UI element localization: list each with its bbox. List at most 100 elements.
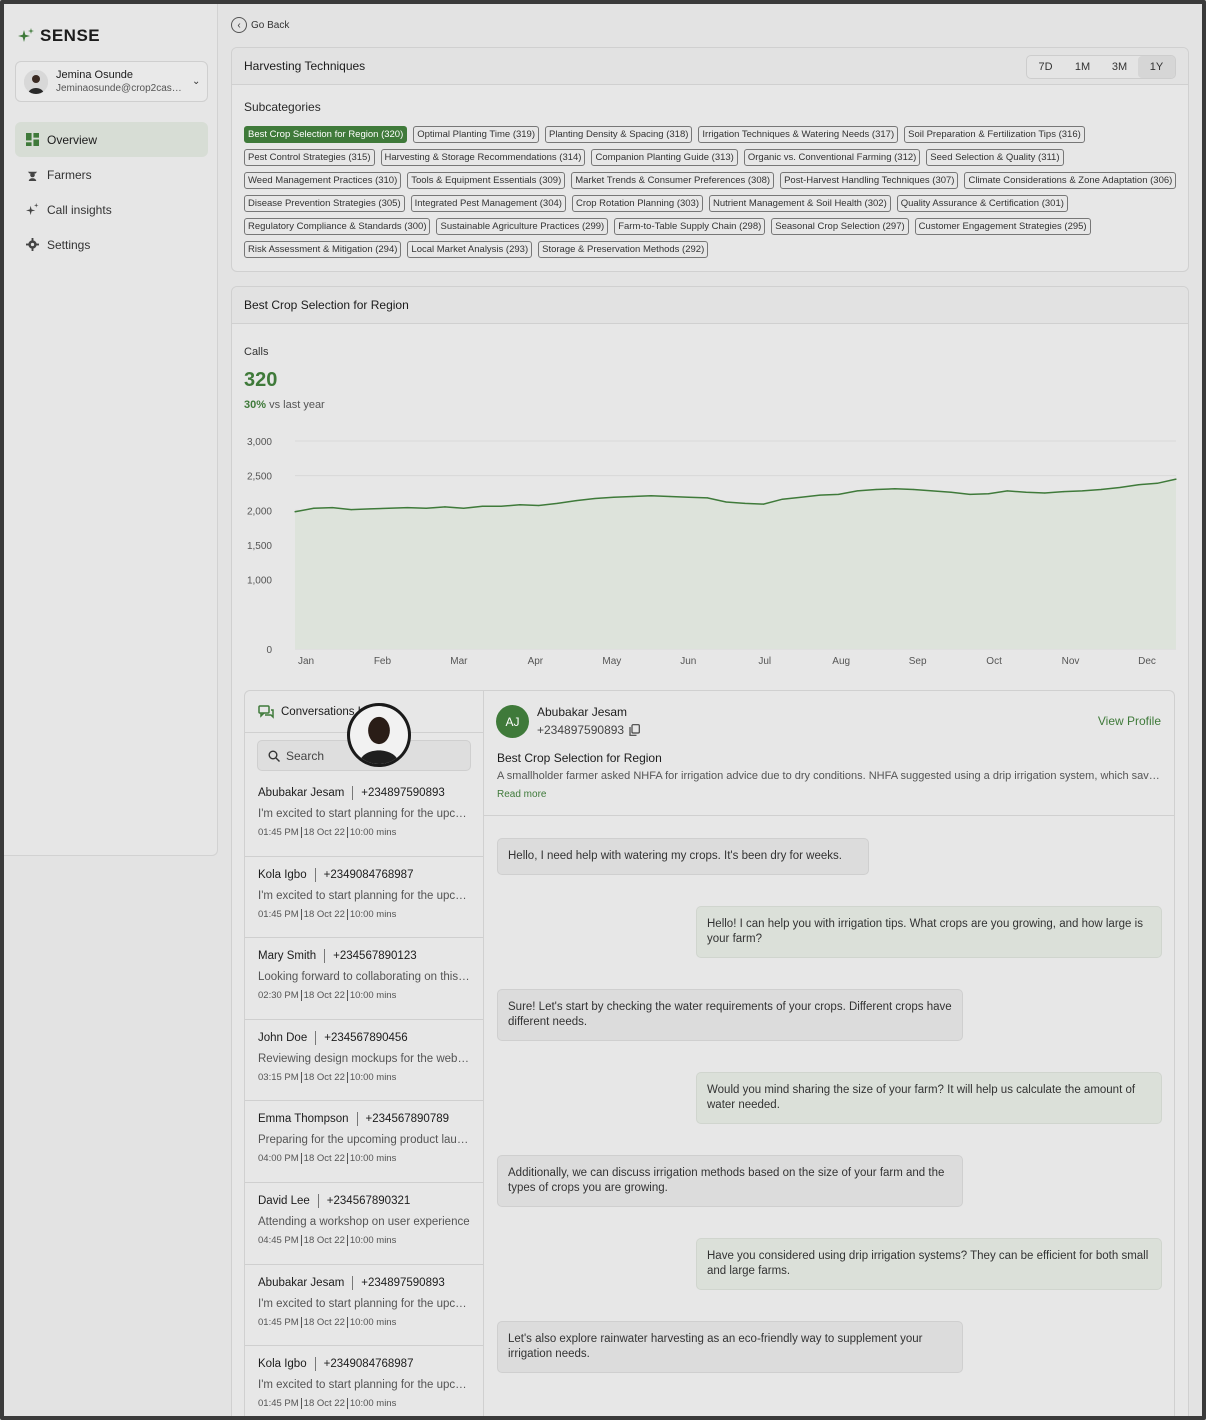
conversation-item[interactable]: Mary Smith +234567890123 Looking forward t… (245, 938, 483, 1020)
chat-icon (258, 704, 274, 719)
chat-panel: AJ Abubakar Jesam +234897590893 View Pro… (484, 690, 1175, 1420)
subcategory-chip[interactable]: Farm-to-Table Supply Chain (298) (614, 218, 766, 235)
conversation-item[interactable]: Kola Igbo +2349084768987 I'm excited to st… (245, 1346, 483, 1420)
sidebar-item-farmers[interactable]: Farmers (15, 157, 208, 192)
user-switcher[interactable]: Jemina Osunde Jeminaosunde@crop2cash.com… (15, 61, 208, 102)
subcategory-chip[interactable]: Tools & Equipment Essentials (309) (407, 172, 566, 189)
conversation-item[interactable]: Abubakar Jesam +234897590893 I'm excited t… (245, 1265, 483, 1347)
subcategory-chip[interactable]: Crop Rotation Planning (303) (571, 195, 703, 212)
data-point (1119, 486, 1121, 489)
go-back-label: Go Back (251, 19, 290, 31)
subcategory-chip[interactable]: Seasonal Crop Selection (297) (771, 218, 909, 235)
subcategory-chip[interactable]: Storage & Preservation Methods (292) (538, 241, 709, 258)
period-1m[interactable]: 1M (1064, 56, 1101, 78)
conversation-preview: I'm excited to start planning for the up… (258, 889, 470, 902)
trend-text: vs last year (269, 399, 325, 411)
x-tick-label: Aug (832, 656, 850, 667)
y-tick-label: 2,500 (247, 472, 272, 483)
divider (352, 1275, 354, 1290)
subcategory-chip[interactable]: Post-Harvest Handling Techniques (307) (780, 172, 959, 189)
divider (300, 908, 302, 920)
contact-phone-row: +234897590893 (537, 723, 640, 737)
subcategory-chip[interactable]: Local Market Analysis (293) (407, 241, 533, 258)
caller-phone: +234567890321 (326, 1194, 411, 1207)
data-point (706, 497, 708, 499)
subcategory-chip[interactable]: Regulatory Compliance & Standards (300) (244, 218, 431, 235)
conversation-preview: I'm excited to start planning for the up… (258, 1379, 470, 1392)
conversation-preview: Reviewing design mockups for the website (258, 1052, 470, 1065)
subcategory-chip[interactable]: Seed Selection & Quality (311) (926, 149, 1064, 166)
chat-topic: Best Crop Selection for Region (497, 751, 662, 765)
period-1y[interactable]: 1Y (1138, 56, 1175, 78)
conversation-item[interactable]: Emma Thompson +234567890789 Preparing for … (245, 1101, 483, 1183)
subcategory-chip[interactable]: Sustainable Agriculture Practices (299) (436, 218, 609, 235)
sidebar-item-overview[interactable]: Overview (15, 122, 208, 157)
period-3m[interactable]: 3M (1101, 56, 1138, 78)
subcategory-chip[interactable]: Disease Prevention Strategies (305) (244, 195, 405, 212)
call-duration: 10:00 mins (349, 827, 397, 838)
caller-phone: +234897590893 (361, 1276, 445, 1289)
subcategory-chip[interactable]: Companion Planting Guide (313) (591, 149, 738, 166)
calls-label: Calls (244, 346, 269, 358)
data-point (837, 493, 840, 495)
sidebar: SENSE Jemina Osunde Jeminaosunde@crop2ca… (4, 4, 218, 856)
call-duration: 10:00 mins (349, 990, 397, 1002)
data-point (556, 502, 559, 504)
topic-panel: Harvesting Techniques 7D 1M 3M 1Y Subcat… (231, 47, 1189, 272)
divider (300, 1398, 302, 1410)
read-more-link[interactable]: Read more (497, 789, 546, 800)
chevron-down-icon: ⌄ (192, 76, 201, 87)
subcategory-chip[interactable]: Market Trends & Consumer Preferences (30… (571, 172, 775, 189)
subcategory-chip[interactable]: Weed Management Practices (310) (244, 172, 402, 189)
sidebar-item-label: Settings (47, 237, 91, 252)
subcategory-chip[interactable]: Best Crop Selection for Region (320) (244, 126, 408, 143)
subcategory-chip[interactable]: Soil Preparation & Fertilization Tips (3… (904, 126, 1085, 143)
message-outgoing: Have you considered using drip irrigatio… (696, 1238, 1162, 1290)
conversation-item[interactable]: Kola Igbo +2349084768987 I'm excited to st… (245, 857, 483, 939)
subcategory-chip[interactable]: Planting Density & Spacing (318) (545, 126, 693, 143)
subcategory-chip[interactable]: Pest Control Strategies (315) (244, 149, 375, 166)
brand-name: SENSE (40, 26, 101, 45)
data-point (594, 497, 596, 500)
period-7d[interactable]: 7D (1027, 56, 1064, 78)
subcategory-chip[interactable]: Integrated Pest Management (304) (410, 195, 566, 212)
data-point (856, 490, 858, 492)
data-point (1006, 490, 1008, 492)
subcategory-chip[interactable]: Harvesting & Storage Recommendations (31… (380, 149, 586, 166)
subcategory-chip[interactable]: Optimal Planting Time (319) (413, 126, 539, 143)
data-point (425, 507, 427, 509)
caller-avatar[interactable] (347, 703, 411, 767)
message-incoming: Hello, I need help with watering my crop… (497, 838, 869, 875)
farmer-icon (25, 168, 39, 182)
divider (300, 1153, 302, 1165)
subcategory-chip[interactable]: Customer Engagement Strategies (295) (914, 218, 1091, 235)
conversations-panel: Conversations History Search Abubakar Je… (244, 690, 484, 1420)
conversation-preview: Looking forward to collaborating on this… (258, 971, 470, 984)
search-placeholder: Search (286, 748, 325, 763)
view-profile-link[interactable]: View Profile (1098, 714, 1161, 728)
caller-phone: +234567890789 (365, 1113, 450, 1126)
go-back-link[interactable]: ‹ Go Back (231, 17, 289, 33)
subcategory-chip[interactable]: Irrigation Techniques & Watering Needs (… (698, 126, 899, 143)
sidebar-item-label: Call insights (47, 202, 112, 217)
data-point (819, 494, 821, 496)
subcategory-chip[interactable]: Quality Assurance & Certification (301) (896, 195, 1068, 212)
conversation-preview: I'm excited to start planning for the up… (258, 1297, 470, 1310)
data-point (481, 505, 484, 507)
conversation-item[interactable]: Abubakar Jesam +234897590893 I'm excited t… (245, 775, 483, 857)
data-point (631, 495, 634, 498)
sidebar-item-settings[interactable]: Settings (15, 227, 208, 262)
sidebar-item-call-insights[interactable]: Call insights (15, 192, 208, 227)
subcategory-chip[interactable]: Organic vs. Conventional Farming (312) (743, 149, 921, 166)
conversation-item[interactable]: David Lee +234567890321 Attending a worksh… (245, 1183, 483, 1265)
y-tick-label: 2,000 (247, 506, 272, 517)
subcategory-chip[interactable]: Nutrient Management & Soil Health (302) (709, 195, 891, 212)
conversation-item[interactable]: John Doe +234567890456 Reviewing design mo… (245, 1020, 483, 1102)
subcategory-chip[interactable]: Climate Considerations & Zone Adaptation… (964, 172, 1177, 189)
copy-icon[interactable] (629, 724, 640, 736)
brand-logo[interactable]: SENSE (18, 26, 100, 46)
user-name: Jemina Osunde (56, 69, 134, 81)
subcategory-chip[interactable]: Risk Assessment & Mitigation (294) (244, 241, 402, 258)
caller-name: Abubakar Jesam (258, 787, 345, 799)
detail-title: Best Crop Selection for Region (232, 287, 1188, 324)
